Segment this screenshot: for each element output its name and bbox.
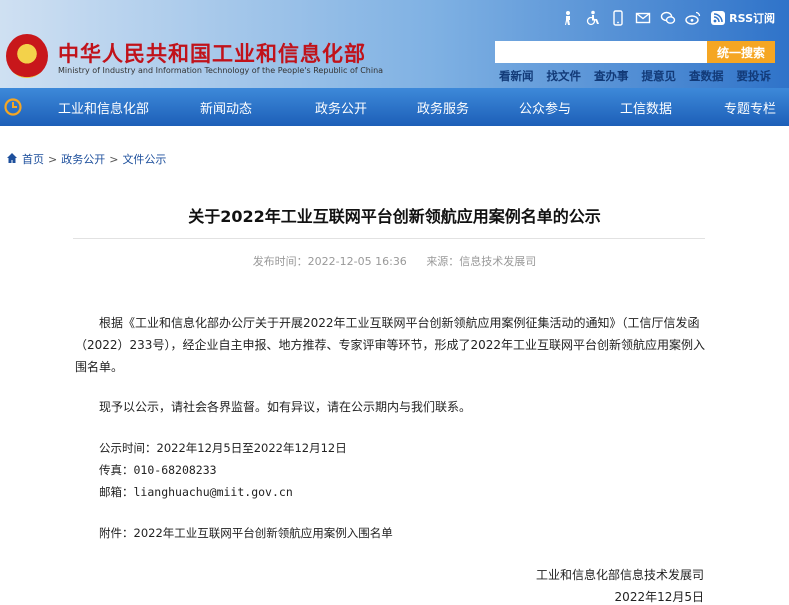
article-meta: 发布时间：2022-12-05 16:36 来源：信息技术发展司 <box>0 253 789 269</box>
attachment-link[interactable]: 2022年工业互联网平台创新领航应用案例入围名单 <box>134 526 393 540</box>
nav-item-participation[interactable]: 公众参与 <box>469 98 571 117</box>
article-paragraph: 根据《工业和信息化部办公厅关于开展2022年工业互联网平台创新领航应用案例征集活… <box>75 316 705 374</box>
wechat-icon[interactable] <box>660 10 676 26</box>
quick-link-feedback[interactable]: 提意见 <box>642 68 677 84</box>
quick-links: 看新闻 找文件 查办事 提意见 查数据 要投诉 <box>499 68 771 84</box>
rss-link[interactable]: RSS订阅 <box>710 10 775 26</box>
quick-link-services[interactable]: 查办事 <box>594 68 629 84</box>
quick-link-complaint[interactable]: 要投诉 <box>737 68 772 84</box>
site-logo-subtitle: Ministry of Industry and Information Tec… <box>58 66 384 75</box>
breadcrumb-home[interactable]: 首页 <box>22 151 44 167</box>
search-bar: 统一搜索 <box>495 41 775 63</box>
email-value: lianghuachu@miit.gov.cn <box>133 485 293 499</box>
accessibility-icon[interactable] <box>585 10 601 26</box>
utility-bar: RSS订阅 <box>560 10 775 26</box>
rss-label: RSS订阅 <box>729 12 775 25</box>
article-paragraph: 现予以公示，请社会各界监督。如有异议，请在公示期内与我们联系。 <box>99 400 472 414</box>
nav-item-topics[interactable]: 专题专栏 <box>672 98 776 117</box>
notice-period: 公示时间：2022年12月5日至2022年12月12日 <box>99 440 347 456</box>
nav-item-services[interactable]: 政务服务 <box>367 98 469 117</box>
site-logo-title[interactable]: 中华人民共和国工业和信息化部 <box>58 38 366 68</box>
breadcrumb-separator: > <box>48 152 58 166</box>
article-source: 来源：信息技术发展司 <box>426 255 537 268</box>
nav-items: 工业和信息化部 新闻动态 政务公开 政务服务 公众参与 工信数据 专题专栏 <box>58 88 776 126</box>
nav-home-icon[interactable] <box>4 98 22 116</box>
weibo-icon[interactable] <box>685 10 701 26</box>
main-nav: 工业和信息化部 新闻动态 政务公开 政务服务 公众参与 工信数据 专题专栏 <box>0 88 789 126</box>
fax-label: 传真： <box>99 463 134 477</box>
home-icon[interactable] <box>6 152 18 167</box>
national-emblem-icon <box>6 34 48 78</box>
notice-period-label: 公示时间： <box>99 441 157 455</box>
breadcrumb-file-notice[interactable]: 文件公示 <box>122 151 166 167</box>
quick-link-data[interactable]: 查数据 <box>689 68 724 84</box>
nav-item-government-affairs[interactable]: 政务公开 <box>265 98 367 117</box>
site-header: 中华人民共和国工业和信息化部 Ministry of Industry and … <box>0 0 789 88</box>
attachment-line: 附件：2022年工业互联网平台创新领航应用案例入围名单 <box>99 525 393 541</box>
fax-line: 传真：010-68208233 <box>99 462 217 478</box>
rss-icon <box>710 10 726 26</box>
signature-org: 工业和信息化部信息技术发展司 <box>535 568 704 582</box>
quick-link-documents[interactable]: 找文件 <box>547 68 582 84</box>
mobile-icon[interactable] <box>610 10 626 26</box>
email-line: 邮箱：lianghuachu@miit.gov.cn <box>99 484 293 500</box>
notice-period-value: 2022年12月5日至2022年12月12日 <box>156 441 347 455</box>
title-divider <box>73 238 705 239</box>
quick-link-news[interactable]: 看新闻 <box>499 68 534 84</box>
breadcrumb-government-affairs[interactable]: 政务公开 <box>61 151 105 167</box>
publish-time: 发布时间：2022-12-05 16:36 <box>252 255 407 268</box>
article-title: 关于2022年工业互联网平台创新领航应用案例名单的公示 <box>188 207 601 226</box>
mail-icon[interactable] <box>635 10 651 26</box>
fax-value: 010-68208233 <box>133 463 217 477</box>
email-label: 邮箱： <box>99 485 134 499</box>
nav-item-news[interactable]: 新闻动态 <box>164 98 265 117</box>
attachment-label: 附件： <box>99 526 134 540</box>
search-button[interactable]: 统一搜索 <box>707 41 775 63</box>
nav-item-data[interactable]: 工信数据 <box>571 98 672 117</box>
search-input[interactable] <box>495 41 707 63</box>
breadcrumb: 首页 > 政务公开 > 文件公示 <box>6 151 166 167</box>
nav-item-ministry[interactable]: 工业和信息化部 <box>58 98 164 117</box>
elderly-mode-icon[interactable] <box>560 10 576 26</box>
breadcrumb-separator: > <box>109 152 119 166</box>
